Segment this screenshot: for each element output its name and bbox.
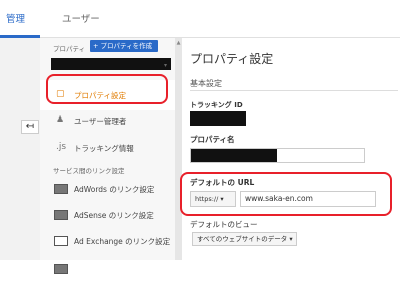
adexchange-icon [54,236,68,246]
adsense-icon [54,210,68,220]
settings-panel: プロパティ設定 基本設定 トラッキング ID プロパティ名 デフォルトの URL… [182,38,400,260]
basic-settings-heading: 基本設定 [190,79,222,88]
highlight-nav-settings [46,74,168,104]
tracking-id-value [190,111,246,126]
top-tabs: 管理 ユーザー [0,0,400,38]
js-icon: .js [56,142,67,152]
users-icon: ♟ [56,115,65,125]
nav-scrollbar[interactable] [175,38,182,260]
nav-item-label: ユーザー管理者 [74,117,127,126]
left-rail: ↤ [0,38,40,260]
divider [190,90,398,91]
tab-admin[interactable]: 管理 [6,11,25,25]
scroll-up-icon[interactable]: ▲ [175,40,182,46]
property-nav: プロパティ + プロパティを作成 ▾ ▢ プロパティ設定 ♟ ユーザー管理者 .… [40,38,175,274]
property-name-label: プロパティ名 [190,135,235,144]
nav-item-tracking[interactable]: .js トラッキング情報 [40,133,175,163]
property-name-value [191,149,277,162]
nav-item-users[interactable]: ♟ ユーザー管理者 [40,106,175,136]
nav-item-adexchange[interactable]: Ad Exchange のリンク設定 [40,226,175,256]
property-label: プロパティ [53,45,86,53]
nav-item-label: AdWords のリンク設定 [74,185,155,194]
tab-user[interactable]: ユーザー [62,11,100,25]
tracking-id-label: トラッキング ID [190,101,243,109]
nav-item-label: AdSense のリンク設定 [74,211,154,220]
item-icon [54,264,68,274]
create-property-button[interactable]: + プロパティを作成 [90,40,158,52]
property-select[interactable] [51,58,171,70]
default-view-select[interactable]: すべてのウェブサイトのデータ ▾ [192,232,297,246]
chevron-down-icon: ▾ [164,62,168,69]
nav-item-more[interactable] [40,254,175,284]
adwords-icon [54,184,68,194]
back-arrow-icon[interactable]: ↤ [21,120,39,134]
highlight-default-url [180,172,392,216]
default-view-label: デフォルトのビュー [190,220,258,229]
page-title: プロパティ設定 [190,52,274,66]
nav-item-label: トラッキング情報 [74,144,134,153]
nav-item-label: Ad Exchange のリンク設定 [74,237,171,246]
